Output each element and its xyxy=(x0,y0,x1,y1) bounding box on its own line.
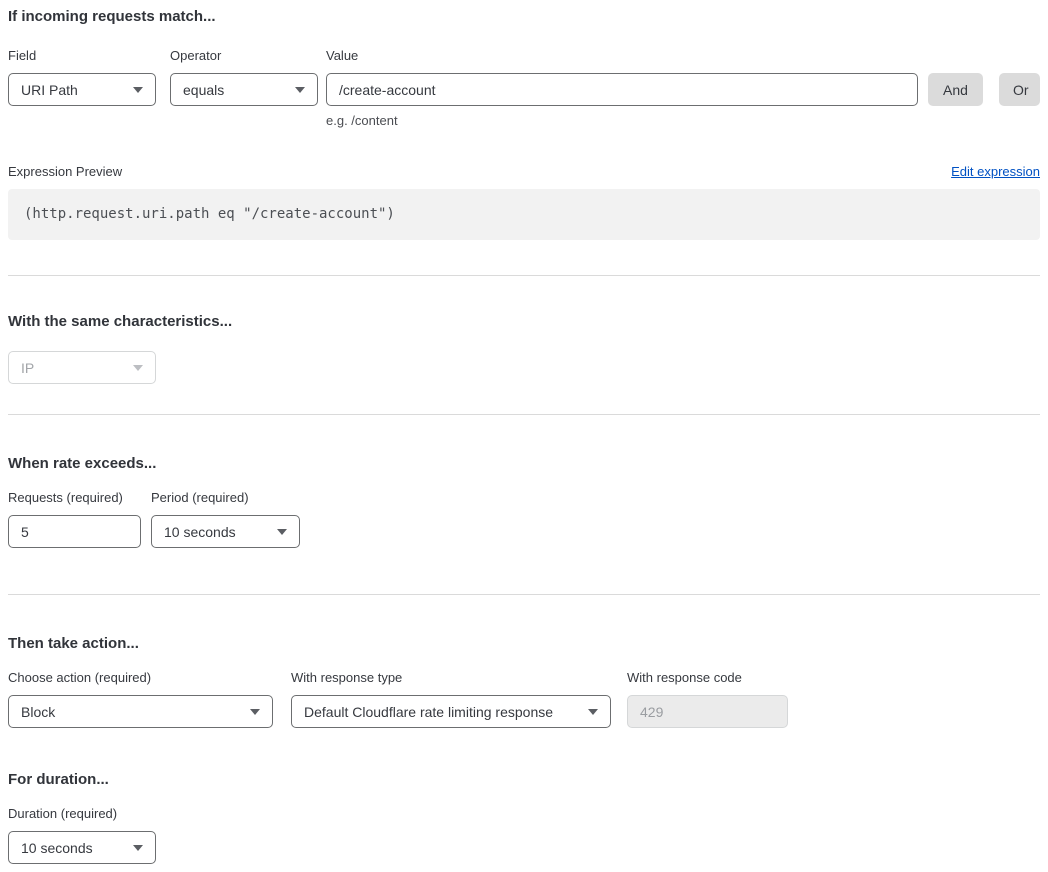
edit-expression-link[interactable]: Edit expression xyxy=(951,163,1040,181)
characteristics-section: With the same characteristics... IP xyxy=(8,313,1040,384)
expression-code: (http.request.uri.path eq "/create-accou… xyxy=(8,189,1040,240)
requests-label: Requests (required) xyxy=(8,489,141,507)
operator-select[interactable]: equals xyxy=(170,73,318,106)
value-input[interactable] xyxy=(326,73,918,106)
duration-section-heading: For duration... xyxy=(8,771,1040,789)
action-group: Choose action (required) Block xyxy=(8,669,273,728)
rate-section-heading: When rate exceeds... xyxy=(8,455,1040,473)
chevron-down-icon xyxy=(295,87,305,93)
choose-action-label: Choose action (required) xyxy=(8,669,273,687)
chevron-down-icon xyxy=(277,529,287,535)
section-divider xyxy=(8,594,1040,595)
field-select-value: URI Path xyxy=(21,82,78,98)
chevron-down-icon xyxy=(133,365,143,371)
expression-preview-label: Expression Preview xyxy=(8,163,122,181)
period-select[interactable]: 10 seconds xyxy=(151,515,300,548)
requests-group: Requests (required) xyxy=(8,489,141,548)
characteristic-select-value: IP xyxy=(21,360,34,376)
match-section-heading: If incoming requests match... xyxy=(8,8,1040,26)
characteristic-select: IP xyxy=(8,351,156,384)
period-group: Period (required) 10 seconds xyxy=(151,489,300,548)
response-type-group: With response type Default Cloudflare ra… xyxy=(291,669,611,728)
period-select-value: 10 seconds xyxy=(164,524,236,540)
field-select[interactable]: URI Path xyxy=(8,73,156,106)
characteristics-section-heading: With the same characteristics... xyxy=(8,313,1040,331)
response-type-select[interactable]: Default Cloudflare rate limiting respons… xyxy=(291,695,611,728)
value-helper-text: e.g. /content xyxy=(326,113,918,129)
section-divider xyxy=(8,275,1040,276)
action-select-value: Block xyxy=(21,704,55,720)
action-row: Choose action (required) Block With resp… xyxy=(8,669,1040,728)
operator-group: Operator equals xyxy=(170,47,318,106)
chevron-down-icon xyxy=(133,845,143,851)
requests-input[interactable] xyxy=(8,515,141,548)
logic-buttons: And Or xyxy=(928,73,1040,106)
section-divider xyxy=(8,414,1040,415)
chevron-down-icon xyxy=(588,709,598,715)
duration-label: Duration (required) xyxy=(8,805,1040,823)
response-code-input xyxy=(627,695,788,728)
rate-row: Requests (required) Period (required) 10… xyxy=(8,489,1040,548)
duration-section: For duration... Duration (required) 10 s… xyxy=(8,771,1040,864)
operator-label: Operator xyxy=(170,47,318,65)
value-group: Value e.g. /content xyxy=(326,47,918,129)
duration-group: Duration (required) 10 seconds xyxy=(8,805,1040,864)
duration-select[interactable]: 10 seconds xyxy=(8,831,156,864)
response-code-label: With response code xyxy=(627,669,788,687)
action-section-heading: Then take action... xyxy=(8,635,1040,653)
expression-preview-header: Expression Preview Edit expression xyxy=(8,163,1040,181)
period-label: Period (required) xyxy=(151,489,300,507)
chevron-down-icon xyxy=(250,709,260,715)
response-type-select-value: Default Cloudflare rate limiting respons… xyxy=(304,704,553,720)
action-select[interactable]: Block xyxy=(8,695,273,728)
rate-section: When rate exceeds... Requests (required)… xyxy=(8,455,1040,548)
operator-select-value: equals xyxy=(183,82,224,98)
field-label: Field xyxy=(8,47,156,65)
match-rule-row: Field URI Path Operator equals Value e.g… xyxy=(8,47,1040,129)
or-button[interactable]: Or xyxy=(999,73,1040,106)
response-type-label: With response type xyxy=(291,669,611,687)
field-group: Field URI Path xyxy=(8,47,156,106)
match-section: If incoming requests match... Field URI … xyxy=(8,8,1040,240)
response-code-group: With response code xyxy=(627,669,788,728)
action-section: Then take action... Choose action (requi… xyxy=(8,635,1040,864)
value-label: Value xyxy=(326,47,918,65)
chevron-down-icon xyxy=(133,87,143,93)
and-button[interactable]: And xyxy=(928,73,983,106)
